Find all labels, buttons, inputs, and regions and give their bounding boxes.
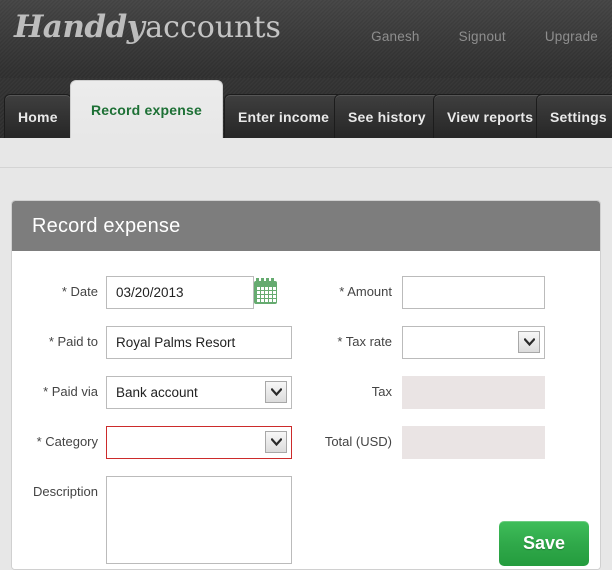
paid-via-select-wrap: Bank account: [106, 376, 292, 409]
tax-value: [402, 376, 545, 409]
tax-rate-label: * Tax rate: [337, 334, 392, 349]
amount-input[interactable]: [402, 276, 545, 309]
date-label: * Date: [61, 284, 98, 299]
field-date: * Date: [12, 276, 277, 309]
brand-name-plain: accounts: [145, 10, 281, 45]
description-textarea[interactable]: [106, 476, 292, 564]
header-divider: [0, 167, 612, 168]
category-select[interactable]: [106, 426, 292, 459]
calendar-icon[interactable]: [254, 278, 277, 304]
form-body: * Date * Paid to * Paid via Ban: [12, 251, 600, 569]
date-input[interactable]: [106, 276, 254, 309]
record-expense-panel: Record expense * Date * Paid to: [11, 200, 601, 570]
user-menu-link[interactable]: Ganesh: [371, 29, 419, 44]
field-description: Description: [12, 476, 292, 564]
field-paid-to: * Paid to: [12, 326, 292, 359]
panel-header: Record expense: [12, 201, 600, 251]
brand-logo[interactable]: Handdyaccounts: [14, 12, 281, 43]
tax-rate-select[interactable]: [402, 326, 545, 359]
paid-via-select[interactable]: Bank account: [106, 376, 292, 409]
field-tax: Tax: [308, 376, 545, 409]
upgrade-link[interactable]: Upgrade: [545, 29, 598, 44]
page-title: Record expense: [32, 214, 181, 237]
app-header: Handdyaccounts Ganesh Signout Upgrade: [0, 0, 612, 78]
paid-to-input[interactable]: [106, 326, 292, 359]
save-button[interactable]: Save: [499, 521, 589, 566]
category-select-wrap: [106, 426, 292, 459]
tab-view-reports[interactable]: View reports: [433, 94, 548, 138]
total-value: [402, 426, 545, 459]
tab-settings[interactable]: Settings: [536, 94, 612, 138]
signout-link[interactable]: Signout: [459, 29, 506, 44]
field-category: * Category: [12, 426, 292, 459]
main-tab-bar: Home Record expense Enter income See his…: [0, 78, 612, 138]
field-total: Total (USD): [308, 426, 545, 459]
tab-record-expense[interactable]: Record expense: [70, 80, 223, 138]
paid-via-label: * Paid via: [43, 384, 98, 399]
total-label: Total (USD): [324, 434, 392, 449]
amount-label: * Amount: [339, 284, 392, 299]
tax-rate-select-wrap: [402, 326, 545, 359]
top-navigation: Ganesh Signout Upgrade: [371, 29, 598, 44]
tab-home[interactable]: Home: [4, 94, 72, 138]
field-tax-rate: * Tax rate: [308, 326, 545, 359]
field-paid-via: * Paid via Bank account: [12, 376, 292, 409]
tab-enter-income[interactable]: Enter income: [224, 94, 344, 138]
tax-label: Tax: [371, 384, 392, 399]
description-label: Description: [32, 484, 98, 499]
field-amount: * Amount: [308, 276, 545, 309]
category-label: * Category: [36, 434, 98, 449]
paid-to-label: * Paid to: [48, 334, 98, 349]
tab-see-history[interactable]: See history: [334, 94, 440, 138]
brand-name-script: Handdy: [14, 9, 145, 45]
